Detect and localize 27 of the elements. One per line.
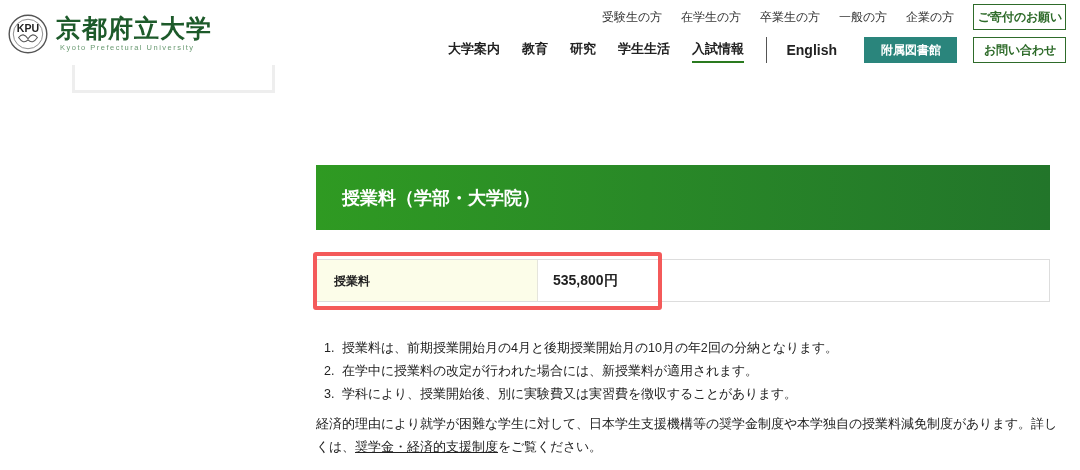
table-header-cell: 授業料 — [317, 260, 538, 301]
paragraph: 経済的理由により就学が困難な学生に対して、日本学生支援機構等の奨学金制度や本学独自の授業料減免制度があります。詳しくは、奨学金・経済的支援制度をご覧ください。 — [316, 416, 1058, 456]
list-number: 2. — [324, 363, 336, 380]
contact-button[interactable]: お問い合わせ — [973, 37, 1066, 63]
nav-tab[interactable]: 研究 — [570, 37, 597, 63]
library-button[interactable]: 附属図書館 — [864, 37, 957, 63]
audience-link[interactable]: 企業の方 — [906, 8, 954, 26]
scholarship-link[interactable]: 奨学金・経済的支援制度 — [355, 440, 498, 454]
audience-link[interactable]: 在学生の方 — [681, 8, 741, 26]
audience-link[interactable]: 受験生の方 — [602, 8, 662, 26]
nav-tab[interactable]: 大学案内 — [448, 37, 501, 63]
table-cell-text: 535,800円 — [552, 271, 619, 290]
university-name[interactable]: 京都府立大学 — [56, 15, 212, 43]
note-text: 在学中に授業料の改定が行われた場合には、新授業料が適用されます。 — [342, 363, 758, 380]
audience-link[interactable]: 卒業生の方 — [760, 8, 820, 26]
nav-tab[interactable]: 入試情報 — [692, 37, 745, 63]
donation-button[interactable]: ご寄付のお願い — [973, 4, 1066, 30]
section-title: 授業料（学部・大学院） — [342, 186, 540, 210]
nav-tab[interactable]: 学生生活 — [618, 37, 671, 63]
note-text: 授業料は、前期授業開始月の4月と後期授業開始月の10月の年2回の分納となります。 — [342, 340, 838, 357]
english-link[interactable]: English — [786, 39, 837, 61]
nav-tab[interactable]: 教育 — [522, 37, 549, 63]
university-emblem: KPU — [8, 13, 48, 54]
list-number: 3. — [324, 386, 336, 403]
list-number: 1. — [324, 340, 336, 357]
audience-link[interactable]: 一般の方 — [839, 8, 887, 26]
note-text: 学科により、授業開始後、別に実験費又は実習費を徴収することがあります。 — [342, 386, 797, 403]
